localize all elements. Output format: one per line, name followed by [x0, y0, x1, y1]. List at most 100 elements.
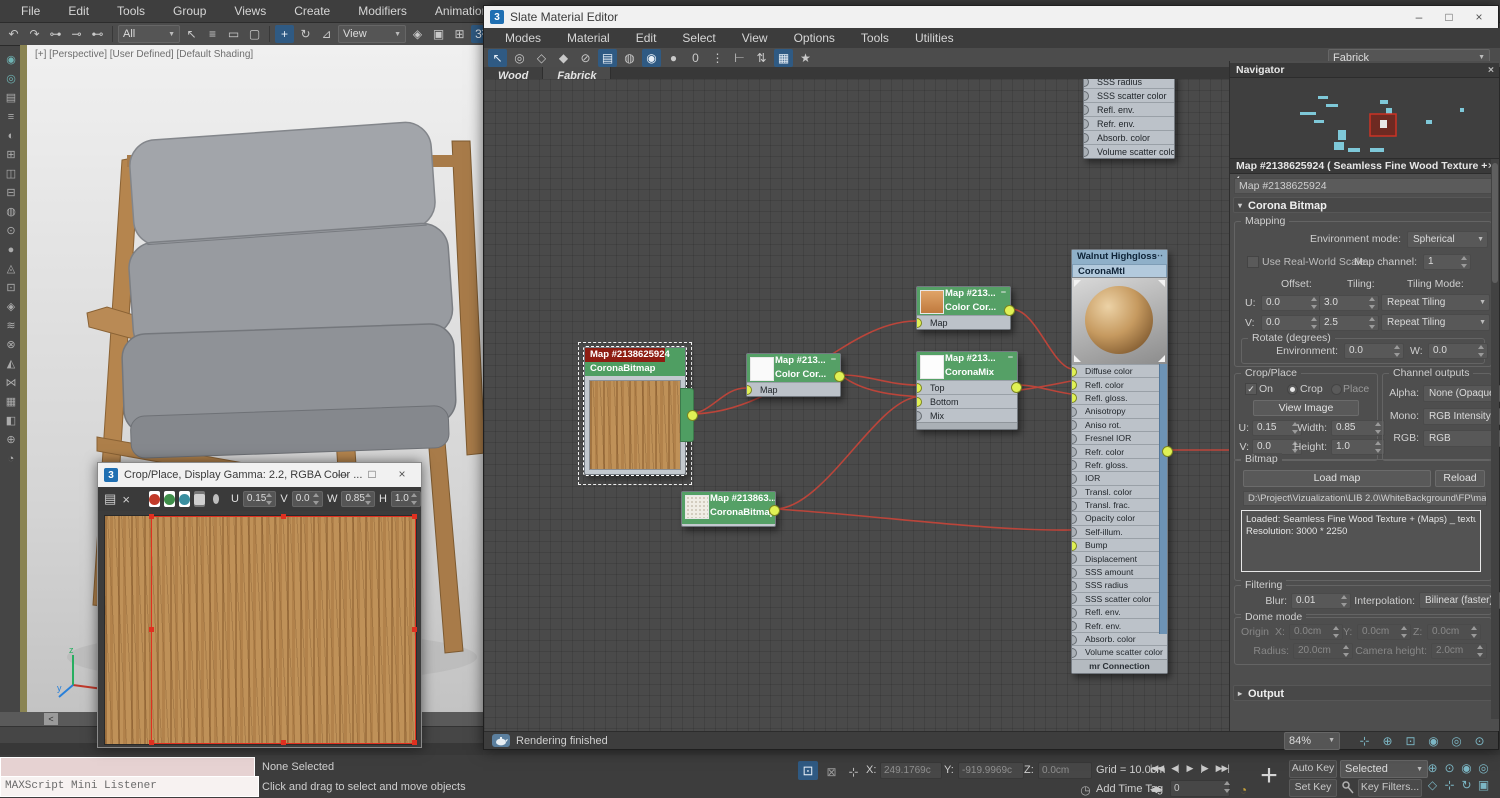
slot-socket-icon[interactable]: [1084, 119, 1089, 129]
zoom-region-icon[interactable]: ⊡: [1402, 732, 1419, 749]
bind-to-space-warp-icon[interactable]: ⊷: [88, 25, 107, 43]
frame-step-icon[interactable]: ◀▶: [1146, 781, 1166, 798]
display-panel-icon[interactable]: ◐: [3, 128, 19, 143]
node-slot-top[interactable]: Top: [917, 380, 1017, 394]
crop-width-field[interactable]: 0.85: [1331, 420, 1385, 436]
output-socket[interactable]: [1004, 305, 1015, 316]
maxscript-mini-listener-input[interactable]: [0, 757, 255, 777]
slot-socket-icon[interactable]: [1072, 380, 1077, 390]
slot-socket-icon[interactable]: [1072, 527, 1077, 537]
slot-socket-icon[interactable]: [1072, 648, 1077, 658]
camera-tool-icon[interactable]: ⊡: [3, 280, 19, 295]
output-socket[interactable]: [834, 371, 845, 382]
node-header[interactable]: Map #2138625924 CoronaBitmap: [585, 348, 685, 376]
crop-image-view[interactable]: [104, 515, 417, 745]
slate-menu-view[interactable]: View: [729, 29, 781, 47]
layout-tree-icon[interactable]: ⊢: [730, 49, 749, 67]
slate-menu-utilities[interactable]: Utilities: [902, 29, 967, 47]
material-name-field[interactable]: Map #2138625924: [1234, 178, 1495, 194]
crop-right-handle[interactable]: [412, 627, 417, 632]
slot-socket-icon[interactable]: [1072, 514, 1077, 524]
set-key-button[interactable]: Set Key: [1289, 779, 1337, 797]
slot-socket-icon[interactable]: [1072, 541, 1077, 551]
node-slot-opacity-color[interactable]: Opacity color: [1072, 511, 1167, 524]
camera-height-field[interactable]: 2.0cm: [1431, 643, 1487, 659]
select-tool-icon[interactable]: ↖: [488, 49, 507, 67]
slot-socket-icon[interactable]: [1084, 91, 1089, 101]
slot-socket-icon[interactable]: [1072, 554, 1077, 564]
node-slot-mix[interactable]: Mix: [917, 408, 1017, 422]
canvas-zoom-dropdown[interactable]: 84% ▼: [1284, 732, 1340, 750]
add-key-plus-icon[interactable]: +: [1252, 757, 1286, 795]
time-tag-icon[interactable]: ◷: [1076, 781, 1095, 798]
slot-socket-icon[interactable]: [1072, 608, 1077, 618]
node-slot-ior[interactable]: IOR: [1072, 471, 1167, 484]
slot-socket-icon[interactable]: [1072, 474, 1077, 484]
node-header[interactable]: − Map #213... Color Cor...: [917, 287, 1010, 315]
slot-socket-icon[interactable]: [1072, 367, 1077, 377]
slot-socket-icon[interactable]: [1084, 105, 1089, 115]
slate-menu-options[interactable]: Options: [781, 29, 848, 47]
node-slot-volume-scatter-color[interactable]: Volume scatter color: [1084, 144, 1174, 158]
navigator-minimap[interactable]: [1230, 78, 1499, 159]
current-frame-field[interactable]: 0: [1170, 780, 1230, 797]
slot-socket-icon[interactable]: [1072, 568, 1077, 578]
auto-key-button[interactable]: Auto Key: [1289, 760, 1337, 778]
mr-connection-footer[interactable]: mr Connection: [1072, 659, 1167, 673]
y-coordinate-field[interactable]: -919.9969c: [958, 762, 1024, 779]
slate-menu-edit[interactable]: Edit: [623, 29, 670, 47]
render-setup-icon[interactable]: ⊙: [3, 223, 19, 238]
rectangular-selection-region-icon[interactable]: ▭: [224, 25, 243, 43]
node-walnut-material[interactable]: ⋯ Walnut Highgloss CoronaMtl Diffuse col…: [1071, 249, 1168, 674]
show-shaded-material-icon[interactable]: ◍: [620, 49, 639, 67]
slot-socket-icon[interactable]: [1084, 147, 1089, 157]
close-icon[interactable]: ×: [1464, 6, 1494, 28]
v-tiling-field[interactable]: 2.5: [1319, 315, 1379, 331]
node-slot-diffuse-color[interactable]: Diffuse color: [1072, 364, 1167, 377]
render-teapot-icon[interactable]: ●: [3, 242, 19, 257]
node-slot-anisotropy[interactable]: Anisotropy: [1072, 404, 1167, 417]
mirror-tool-icon[interactable]: ◫: [3, 166, 19, 181]
isolate-selection-icon[interactable]: ⊡: [798, 761, 818, 780]
node-header[interactable]: − Map #213... Color Cor...: [747, 354, 840, 382]
slate-menu-select[interactable]: Select: [669, 29, 728, 47]
output-socket[interactable]: [1011, 382, 1022, 393]
maxscript-mini-listener-label[interactable]: MAXScript Mini Listener: [0, 776, 259, 797]
node-slot-refr-env[interactable]: Refr. env.: [1072, 618, 1167, 631]
space-warp-icon[interactable]: ≋: [3, 318, 19, 333]
go-to-start-icon[interactable]: |◀◀: [1146, 760, 1167, 777]
show-geometry-icon[interactable]: ◉: [3, 52, 19, 67]
field-of-view-icon[interactable]: ◇: [1424, 776, 1441, 793]
slot-socket-icon[interactable]: [747, 385, 752, 395]
main-menu-tools[interactable]: Tools: [104, 2, 158, 20]
node-slot-refr-color[interactable]: Refr. color: [1072, 444, 1167, 457]
slot-socket-icon[interactable]: [1084, 79, 1089, 87]
main-menu-modifiers[interactable]: Modifiers: [345, 2, 420, 20]
reference-coordinate-dropdown[interactable]: View ▼: [338, 25, 406, 43]
node-slot-aniso-rot[interactable]: Aniso rot.: [1072, 418, 1167, 431]
node-slot-refl-env[interactable]: Refl. env.: [1084, 102, 1174, 116]
collapse-icon[interactable]: −: [1001, 287, 1006, 297]
main-menu-group[interactable]: Group: [160, 2, 219, 20]
x-coordinate-field[interactable]: 249.1769c: [880, 762, 942, 779]
delete-selected-icon[interactable]: ⊘: [576, 49, 595, 67]
collapse-icon[interactable]: −: [831, 354, 836, 364]
node-slot-sss-radius[interactable]: SSS radius: [1084, 79, 1174, 88]
environment-mode-dropdown[interactable]: Spherical ▼: [1407, 231, 1488, 248]
node-slot-absorb-color[interactable]: Absorb. color: [1072, 632, 1167, 645]
utilities-icon[interactable]: ◔: [3, 451, 19, 466]
selection-set-dropdown[interactable]: Selected ▼: [1340, 760, 1428, 778]
select-by-material-icon[interactable]: ★: [796, 49, 815, 67]
freeze-toggle-icon[interactable]: ⊞: [3, 147, 19, 162]
zoom-icon[interactable]: ⊕: [1379, 732, 1396, 749]
select-object-icon[interactable]: ↖: [182, 25, 201, 43]
node-slot-displacement[interactable]: Displacement: [1072, 551, 1167, 564]
node-slot-fresnel-ior[interactable]: Fresnel IOR: [1072, 431, 1167, 444]
slate-menu-tools[interactable]: Tools: [848, 29, 902, 47]
slot-socket-icon[interactable]: [1072, 501, 1077, 511]
close-icon[interactable]: ×: [387, 463, 417, 487]
zoom-icon[interactable]: ⊕: [1424, 759, 1441, 776]
slot-socket-icon[interactable]: [1072, 460, 1077, 470]
crop-height-field[interactable]: 1.0: [1331, 439, 1385, 455]
zoom-extents-all-icon[interactable]: ◎: [1475, 759, 1492, 776]
